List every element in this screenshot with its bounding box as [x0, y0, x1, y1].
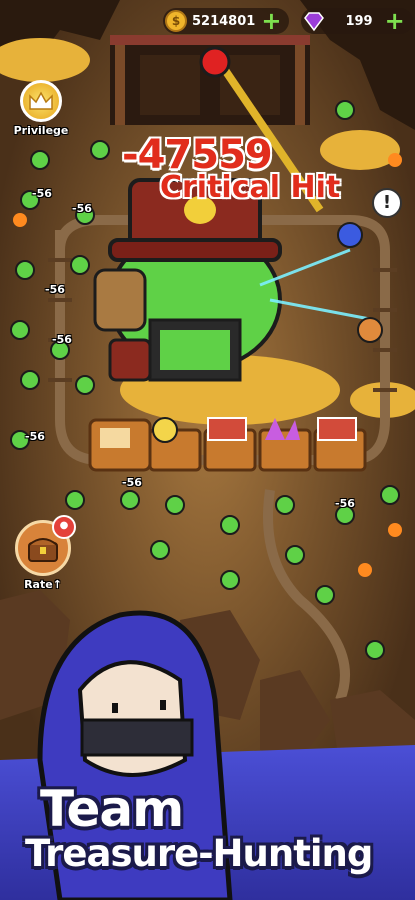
- alert-icon[interactable]: !: [372, 188, 402, 218]
- treasure-chest: [207, 417, 247, 441]
- rate-label: Rate↑: [24, 578, 62, 591]
- floating-damage: -56: [72, 202, 92, 215]
- floating-damage: -56: [25, 430, 45, 443]
- banner-title-line2: Treasure-Hunting: [25, 832, 373, 875]
- add-gems-button[interactable]: +: [385, 9, 405, 33]
- coin-amount: 5214801: [192, 13, 256, 29]
- floating-damage: -56: [32, 187, 52, 200]
- rate-button[interactable]: ● Rate↑: [8, 515, 78, 591]
- treasure-chest-icon: ●: [15, 515, 76, 576]
- purple-gem-icon: [304, 12, 325, 32]
- privilege-label: Privilege: [13, 124, 69, 137]
- banner-title-line1: Team: [40, 780, 184, 838]
- crown-icon: [20, 80, 62, 122]
- floating-damage: -56: [52, 333, 72, 346]
- privilege-button[interactable]: Privilege: [8, 80, 74, 137]
- mine-train: [88, 417, 367, 472]
- notification-badge: ●: [52, 515, 76, 539]
- gem-counter: 199 +: [301, 8, 413, 34]
- gold-coin-icon: $: [165, 10, 187, 32]
- floating-damage: -56: [45, 283, 65, 296]
- critical-hit-text: Critical Hit: [160, 170, 341, 205]
- floating-damage: -56: [122, 476, 142, 489]
- resource-bar: $ 5214801 + 199 +: [163, 8, 413, 34]
- add-coins-button[interactable]: +: [261, 9, 281, 33]
- coin-counter: $ 5214801 +: [163, 8, 290, 34]
- gem-amount: 199: [345, 13, 373, 29]
- treasure-chest: [317, 417, 357, 441]
- floating-damage: -56: [335, 497, 355, 510]
